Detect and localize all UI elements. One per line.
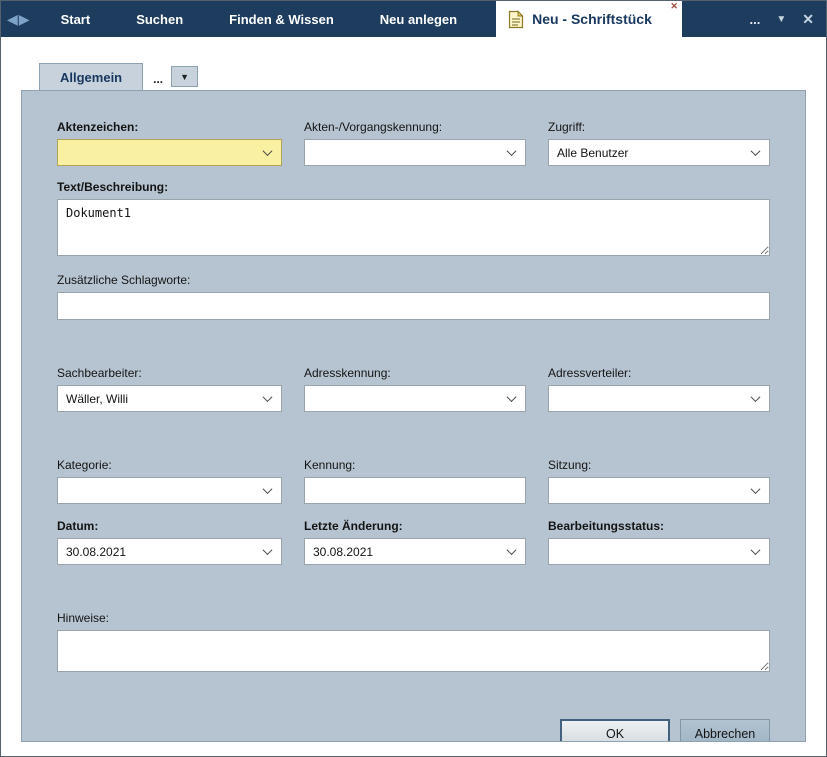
abbrechen-button[interactable]: Abbrechen [680,719,770,742]
ribbon-tab-bar: ◀ ▶ Start Suchen Finden & Wissen Neu anl… [1,1,826,37]
document-tab-neu-schriftstueck[interactable]: Neu - Schriftstück ✕ [496,1,682,37]
text-beschreibung-label: Text/Beschreibung: [57,180,770,195]
field-letzte-aenderung: Letzte Änderung: 30.08.2021 [304,519,526,565]
tab-overflow-button[interactable]: ... [750,12,761,27]
ribbon-tab-suchen[interactable]: Suchen [113,1,206,37]
adressverteiler-label: Adressverteiler: [548,366,770,381]
chevron-down-icon [751,392,761,402]
zugriff-label: Zugriff: [548,120,770,135]
kategorie-combobox[interactable] [57,477,282,504]
tabstrip-dropdown-button[interactable]: ▼ [171,66,198,87]
new-document-dialog: ◀ ▶ Start Suchen Finden & Wissen Neu anl… [0,0,827,757]
akten-vorgangskennung-combobox[interactable] [304,139,526,166]
allgemein-form-panel: Aktenzeichen: Akten-/Vorgangskennung: Zu… [21,90,806,742]
zusaetzliche-schlagworte-input[interactable] [57,292,770,320]
topbar-right-controls: ... ▼ ✕ [742,1,826,37]
chevron-down-icon [751,146,761,156]
sachbearbeiter-combobox[interactable]: Wäller, Willi [57,385,282,412]
aktenzeichen-label: Aktenzeichen: [57,120,282,135]
field-adresskennung: Adresskennung: [304,366,526,412]
datum-value: 30.08.2021 [66,545,126,559]
aktenzeichen-combobox[interactable] [57,139,282,166]
chevron-down-icon[interactable]: ▼ [776,14,786,25]
ribbon-tab-neu-anlegen[interactable]: Neu anlegen [357,1,480,37]
zusaetzliche-schlagworte-label: Zusätzliche Schlagworte: [57,273,770,288]
ribbon-tab-finden-wissen[interactable]: Finden & Wissen [206,1,357,37]
close-icon[interactable]: ✕ [802,11,814,28]
letzte-aenderung-label: Letzte Änderung: [304,519,526,534]
adresskennung-combobox[interactable] [304,385,526,412]
text-beschreibung-textarea[interactable]: Dokument1 [57,199,770,256]
chevron-down-icon [507,545,517,555]
field-kennung: Kennung: [304,458,526,504]
tab-allgemein[interactable]: Allgemein [39,63,143,90]
field-zugriff: Zugriff: Alle Benutzer [548,120,770,166]
kategorie-label: Kategorie: [57,458,282,473]
document-icon [508,10,524,29]
hinweise-label: Hinweise: [57,611,770,626]
chevron-down-icon [263,484,273,494]
document-tab-title: Neu - Schriftstück [532,11,652,27]
letzte-aenderung-combobox[interactable]: 30.08.2021 [304,538,526,565]
field-kategorie: Kategorie: [57,458,282,504]
history-nav: ◀ ▶ [1,1,38,37]
field-bearbeitungsstatus: Bearbeitungsstatus: [548,519,770,565]
hinweise-textarea[interactable] [57,630,770,672]
tabstrip-overflow-button[interactable]: ... [153,72,163,86]
sachbearbeiter-label: Sachbearbeiter: [57,366,282,381]
field-adressverteiler: Adressverteiler: [548,366,770,412]
letzte-aenderung-value: 30.08.2021 [313,545,373,559]
adresskennung-label: Adresskennung: [304,366,526,381]
bearbeitungsstatus-label: Bearbeitungsstatus: [548,519,770,534]
akten-vorgangskennung-label: Akten-/Vorgangskennung: [304,120,526,135]
field-datum: Datum: 30.08.2021 [57,519,282,565]
field-sachbearbeiter: Sachbearbeiter: Wäller, Willi [57,366,282,412]
ok-button[interactable]: OK [560,719,670,742]
kennung-input[interactable] [304,477,526,504]
chevron-down-icon [263,392,273,402]
field-zusaetzliche-schlagworte: Zusätzliche Schlagworte: [57,273,770,320]
chevron-down-icon [507,392,517,402]
chevron-down-icon [751,545,761,555]
chevron-down-icon [263,545,273,555]
page-tabstrip: Allgemein ... ▼ [1,63,826,90]
field-hinweise: Hinweise: [57,611,770,677]
chevron-down-icon [751,484,761,494]
dropdown-arrow-icon: ▼ [180,72,189,82]
dialog-buttons: OK Abbrechen [57,719,770,742]
back-icon[interactable]: ◀ [7,12,18,26]
zugriff-combobox[interactable]: Alle Benutzer [548,139,770,166]
sitzung-label: Sitzung: [548,458,770,473]
adressverteiler-combobox[interactable] [548,385,770,412]
chevron-down-icon [507,146,517,156]
field-aktenzeichen: Aktenzeichen: [57,120,282,166]
tab-close-icon[interactable]: ✕ [670,2,678,11]
sitzung-combobox[interactable] [548,477,770,504]
datum-label: Datum: [57,519,282,534]
zugriff-value: Alle Benutzer [557,146,628,160]
chevron-down-icon [263,146,273,156]
ribbon-tab-start[interactable]: Start [38,1,114,37]
field-sitzung: Sitzung: [548,458,770,504]
field-akten-vorgangskennung: Akten-/Vorgangskennung: [304,120,526,166]
field-text-beschreibung: Text/Beschreibung: Dokument1 [57,180,770,261]
forward-icon[interactable]: ▶ [19,12,30,26]
kennung-label: Kennung: [304,458,526,473]
datum-combobox[interactable]: 30.08.2021 [57,538,282,565]
bearbeitungsstatus-combobox[interactable] [548,538,770,565]
sachbearbeiter-value: Wäller, Willi [66,392,128,406]
